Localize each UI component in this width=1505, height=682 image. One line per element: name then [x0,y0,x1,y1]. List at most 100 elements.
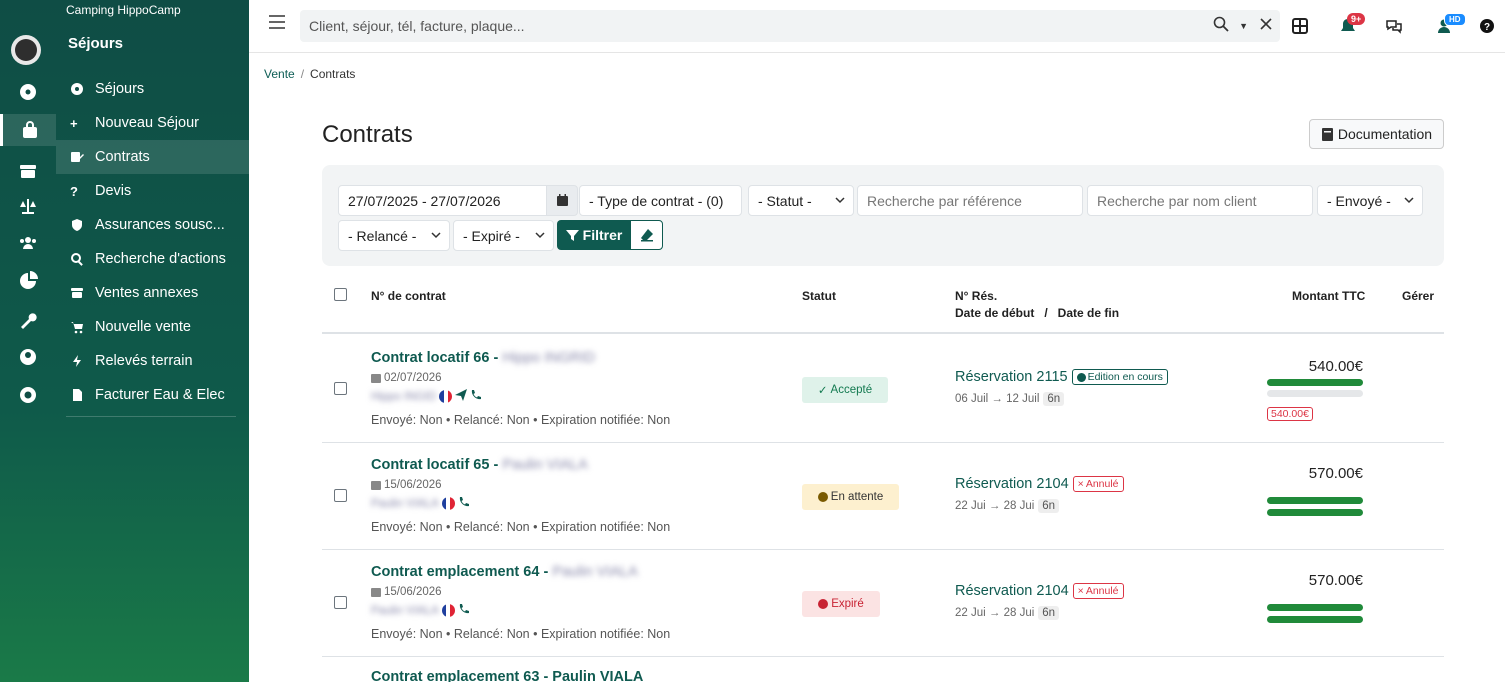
nights-badge: 6n [1038,499,1060,513]
sidebar-item-label: Facturer Eau & Elec [95,387,225,403]
contract-flags: Envoyé: Non • Relancé: Non • Expiration … [371,413,671,427]
documentation-button[interactable]: Documentation [1309,119,1444,149]
client-info: Paulin VIALA [371,496,470,511]
plus-icon: + [70,115,78,131]
sidebar-item-recherche-actions[interactable]: Recherche d'actions [56,242,249,276]
chevron-down-icon [431,232,441,239]
chevron-down-icon [835,197,845,204]
breadcrumb-current: Contrats [310,67,356,81]
table-header: N° de contrat Statut N° Rés. Date de déb… [322,280,1444,334]
filter-button[interactable]: Filtrer [557,220,631,250]
sidebar-item-releves-terrain[interactable]: Relevés terrain [56,344,249,378]
user-avatar-icon[interactable]: HD [1434,13,1466,38]
contract-link[interactable]: Contrat emplacement 63 - Paulin VIALA [371,669,643,682]
clear-icon[interactable] [1258,16,1274,35]
reference-search-input[interactable]: Recherche par référence [857,185,1083,216]
funnel-icon [565,229,579,241]
reservation-dates: 06 Juil → 12 Juil 6n [955,392,1065,406]
client-short-name: Paulin VIALA [371,497,439,510]
scale-icon[interactable] [8,190,48,222]
sidebar-item-label: Recherche d'actions [95,251,226,267]
table-row[interactable]: Contrat emplacement 64 - Paulin VIALA 15… [322,550,1444,657]
sidebar-menu: Séjours + Nouveau Séjour Contrats ? Devi… [56,72,249,412]
contract-flags: Envoyé: Non • Relancé: Non • Expiration … [371,520,671,534]
calendar-icon[interactable] [546,185,578,216]
users-icon[interactable] [8,227,48,259]
sidebar-item-sejours[interactable]: Séjours [56,72,249,106]
date-range-input[interactable]: 27/07/2025 - 27/07/2026 [338,185,548,216]
sent-select-value: - Envoyé - [1327,192,1391,209]
reservation-link[interactable]: Réservation 2104 × Annulé [955,583,1124,599]
row-checkbox[interactable] [334,596,347,609]
global-search: ▼ [300,10,1280,42]
sidebar-item-devis[interactable]: ? Devis [56,174,249,208]
wrench-icon[interactable] [8,304,48,336]
row-checkbox[interactable] [334,382,347,395]
help-icon[interactable]: ? [1475,14,1499,38]
eraser-icon[interactable] [630,220,663,250]
sidebar-item-facturer-eau-elec[interactable]: Facturer Eau & Elec [56,378,249,412]
bell-icon[interactable]: 9+ [1336,13,1366,38]
shopping-bag-icon[interactable] [0,114,56,146]
payment-progress-bar [1267,509,1363,516]
contract-link[interactable]: Contrat locatif 66 - Hippo INGRID [371,350,595,366]
sidebar-item-nouvelle-vente[interactable]: Nouvelle vente [56,310,249,344]
camping-name: Camping HippoCamp [66,3,181,17]
client-search-input[interactable]: Recherche par nom client [1087,185,1313,216]
calendar-icon [371,481,381,490]
select-all-checkbox[interactable] [334,288,347,301]
phone-icon [458,603,470,618]
contract-type-select[interactable]: - Type de contrat - (0) [579,185,742,216]
store-icon[interactable] [8,155,48,187]
table-row[interactable]: Contrat emplacement 63 - Paulin VIALA [322,657,1444,682]
chat-icon[interactable] [1382,14,1406,38]
reservation-link[interactable]: Réservation 2104 × Annulé [955,476,1124,492]
question-icon: ? [70,183,78,199]
notifications-badge: 9+ [1347,13,1366,25]
breadcrumb: Vente / Contrats [264,67,355,81]
expired-select[interactable]: - Expiré - [453,220,554,251]
chevron-down-icon [1404,197,1414,204]
sidebar-item-label: Devis [95,183,132,199]
client-info: Paulin VIALA [371,603,470,618]
table-row[interactable]: Contrat locatif 65 - Paulin VIALA 15/06/… [322,443,1444,550]
search-icon[interactable] [1213,16,1229,35]
user-circle-icon[interactable] [8,341,48,373]
search-input[interactable] [300,10,1180,42]
contract-date: 15/06/2026 [371,586,442,598]
payment-progress-bar [1267,604,1363,611]
menu-toggle-icon[interactable] [269,15,285,29]
status-select-value: - Statut - [758,192,812,209]
filter-button-label: Filtrer [582,227,623,243]
dashboard-icon[interactable] [8,76,48,108]
table-row[interactable]: Contrat locatif 66 - Hippo INGRID 02/07/… [322,336,1444,443]
sent-select[interactable]: - Envoyé - [1317,185,1423,216]
app-logo[interactable] [11,35,41,65]
header-amount: Montant TTC [1292,289,1366,303]
bolt-icon [70,354,95,368]
header-resa-no: N° Rés. [955,289,998,303]
topbar: ▼ 9+ HD ? [249,0,1505,53]
sidebar-item-nouveau-sejour[interactable]: + Nouveau Séjour [56,106,249,140]
signature-icon [70,150,95,164]
sidebar-item-contrats[interactable]: Contrats [56,140,249,174]
status-select[interactable]: - Statut - [748,185,854,216]
grid-icon[interactable] [1288,14,1312,38]
lifebuoy-icon[interactable] [8,379,48,411]
caret-down-icon[interactable]: ▼ [1239,21,1248,31]
french-flag-icon [441,604,455,617]
pie-chart-icon[interactable] [8,265,48,297]
client-name: Paulin VIALA [552,564,638,580]
contract-link[interactable]: Contrat emplacement 64 - Paulin VIALA [371,564,638,580]
amount: 540.00€ [1308,358,1363,375]
icon-rail [0,0,56,682]
breadcrumb-parent[interactable]: Vente [264,67,295,81]
contract-link[interactable]: Contrat locatif 65 - Paulin VIALA [371,457,588,473]
reminded-select[interactable]: - Relancé - [338,220,450,251]
check-icon: ✓ [817,385,828,397]
sidebar-item-ventes-annexes[interactable]: Ventes annexes [56,276,249,310]
search-icon [70,252,95,266]
row-checkbox[interactable] [334,489,347,502]
reservation-link[interactable]: Réservation 2115 Edition en cours [955,369,1168,385]
sidebar-item-assurances[interactable]: Assurances sousc... [56,208,249,242]
